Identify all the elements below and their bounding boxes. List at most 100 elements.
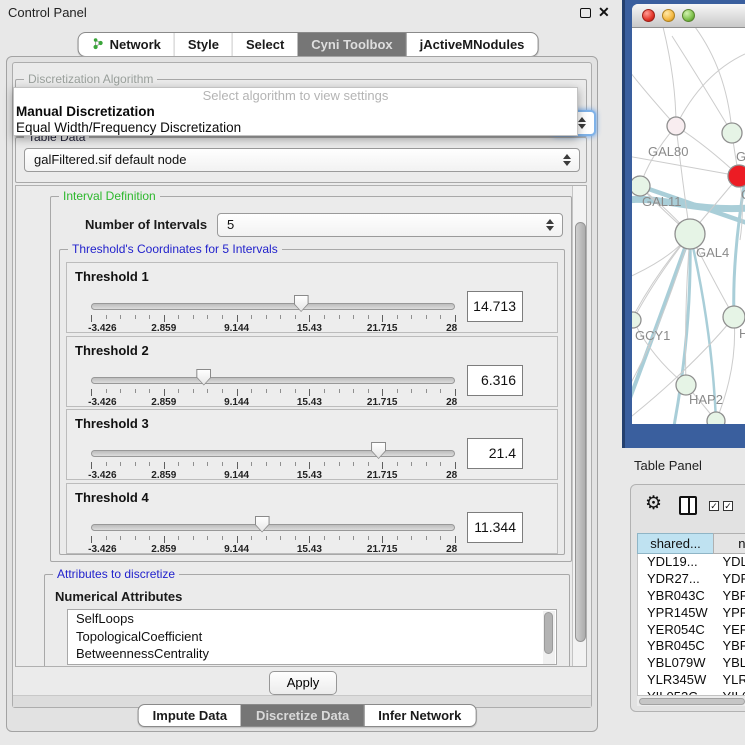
attributes-group: Attributes to discretize Numerical Attri… bbox=[44, 574, 570, 667]
tick-row bbox=[91, 536, 455, 544]
tick-label: 21.715 bbox=[367, 397, 398, 408]
close-icon[interactable]: ✕ bbox=[598, 4, 610, 21]
threshold-slider[interactable]: -3.4262.8599.14415.4321.71528 bbox=[91, 291, 455, 333]
float-window-icon[interactable] bbox=[580, 8, 591, 18]
threshold-label: Threshold 4 bbox=[75, 490, 149, 505]
node-label: G bbox=[736, 149, 745, 164]
table-data-combobox[interactable]: galFiltered.sif default node bbox=[24, 148, 580, 172]
table-cell: YDL19... bbox=[638, 554, 713, 571]
table-row[interactable]: YBR045CYBR0 bbox=[638, 638, 745, 655]
list-scrollbar[interactable] bbox=[543, 611, 555, 664]
network-node-g[interactable] bbox=[722, 123, 742, 143]
table-hscrollbar-thumb[interactable] bbox=[639, 698, 745, 705]
slider-track[interactable] bbox=[91, 303, 455, 310]
network-view-window: GAL80GCGAL11GAL4GCY1HHAP2 bbox=[632, 4, 745, 424]
control-panel-title: Control Panel bbox=[8, 0, 87, 26]
tab-network[interactable]: Network bbox=[79, 33, 174, 56]
tab-cyni-toolbox[interactable]: Cyni Toolbox bbox=[297, 33, 405, 56]
tab-impute-data[interactable]: Impute Data bbox=[139, 705, 241, 726]
threshold-value-box[interactable]: 6.316 bbox=[467, 365, 523, 396]
column-header[interactable]: na bbox=[713, 533, 745, 554]
number-of-intervals-combobox[interactable]: 5 bbox=[217, 213, 563, 237]
threshold-slider[interactable]: -3.4262.8599.14415.4321.71528 bbox=[91, 512, 455, 554]
table-horizontal-scrollbar[interactable] bbox=[637, 695, 745, 706]
panel-scrollbar[interactable] bbox=[572, 186, 586, 666]
slider-track[interactable] bbox=[91, 524, 455, 531]
gear-icon[interactable]: ⚙ bbox=[645, 493, 662, 515]
tab-jactivemnodules[interactable]: jActiveMNodules bbox=[406, 33, 538, 56]
threshold-block: Threshold 1 -3.4262.8599.14415.4321.7152… bbox=[66, 262, 558, 333]
table-panel: ⚙ ✓ ✓ shared...na YDL19...YDL1YDR27...YD… bbox=[630, 484, 745, 712]
network-nodes bbox=[632, 117, 745, 424]
network-node-h[interactable] bbox=[723, 306, 745, 328]
tab-infer-network[interactable]: Infer Network bbox=[363, 705, 475, 726]
thresholds-group: Threshold's Coordinates for 5 Intervals … bbox=[59, 249, 565, 555]
tick-label: 28 bbox=[446, 397, 457, 408]
column-header[interactable]: shared... bbox=[637, 533, 713, 554]
attribute-item[interactable]: TopologicalCoefficient bbox=[68, 628, 556, 646]
node-label: GAL11 bbox=[642, 194, 682, 209]
control-panel: Control Panel ✕ NetworkStyleSelectCyni T… bbox=[0, 0, 620, 745]
tick-label: 28 bbox=[446, 470, 457, 481]
node-attribute-table: shared...na YDL19...YDL1YDR27...YDR2YBR0… bbox=[637, 533, 745, 695]
table-cell: YDR2 bbox=[713, 571, 745, 588]
dropdown-placeholder: Select algorithm to view settings bbox=[14, 88, 577, 104]
settings-scrollpane: Interval Definition Number of Intervals … bbox=[15, 185, 587, 667]
table-row[interactable]: YDL19...YDL1 bbox=[638, 554, 745, 571]
threshold-slider[interactable]: -3.4262.8599.14415.4321.71528 bbox=[91, 365, 455, 407]
table-row[interactable]: YER054CYER0 bbox=[638, 622, 745, 639]
table-row[interactable]: YDR27...YDR2 bbox=[638, 571, 745, 588]
checkbox-icon[interactable]: ✓ bbox=[709, 501, 719, 511]
slider-track[interactable] bbox=[91, 377, 455, 384]
tab-discretize-data[interactable]: Discretize Data bbox=[241, 705, 363, 726]
table-row[interactable]: YBR043CYBR0 bbox=[638, 588, 745, 605]
table-cell: YPR1 bbox=[713, 605, 745, 622]
table-cell: YBR0 bbox=[713, 588, 745, 605]
tick-label: 15.43 bbox=[297, 470, 322, 481]
attribute-item[interactable]: BetweennessCentrality bbox=[68, 645, 556, 663]
table-row[interactable]: YPR145WYPR1 bbox=[638, 605, 745, 622]
list-scrollbar-thumb[interactable] bbox=[544, 612, 553, 654]
network-node-c[interactable] bbox=[728, 165, 745, 187]
tick-label: -3.426 bbox=[88, 544, 116, 555]
tick-label: 2.859 bbox=[151, 397, 176, 408]
network-graph: GAL80GCGAL11GAL4GCY1HHAP2 bbox=[632, 28, 745, 424]
discretize-data-panel: Discretization Algorithm Table Data galF… bbox=[12, 62, 592, 708]
network-node[interactable] bbox=[707, 412, 725, 424]
tab-select[interactable]: Select bbox=[232, 33, 297, 56]
zoom-traffic-light-icon[interactable] bbox=[682, 9, 695, 22]
table-row[interactable]: YBL079WYBL0 bbox=[638, 655, 745, 672]
table-cell: YBL079W bbox=[638, 655, 713, 672]
tick-labels: -3.4262.8599.14415.4321.71528 bbox=[91, 470, 455, 481]
threshold-value-box[interactable]: 11.344 bbox=[467, 512, 523, 543]
panel-scrollbar-thumb[interactable] bbox=[575, 222, 586, 642]
number-of-intervals-value: 5 bbox=[227, 214, 234, 236]
network-node-gal80[interactable] bbox=[667, 117, 685, 135]
attribute-item[interactable]: SelfLoops bbox=[68, 610, 556, 628]
checkbox-icon[interactable]: ✓ bbox=[723, 501, 733, 511]
dropdown-item-equal-width-frequency[interactable]: Equal Width/Frequency Discretization bbox=[14, 120, 577, 136]
network-node-gal11[interactable] bbox=[632, 176, 650, 196]
apply-button[interactable]: Apply bbox=[269, 671, 337, 695]
table-cell: YBR045C bbox=[638, 638, 713, 655]
slider-track[interactable] bbox=[91, 450, 455, 457]
network-canvas[interactable]: GAL80GCGAL11GAL4GCY1HHAP2 bbox=[632, 28, 745, 424]
threshold-value-box[interactable]: 21.4 bbox=[467, 438, 523, 469]
split-pane-icon[interactable] bbox=[679, 496, 697, 515]
table-cell: YBL0 bbox=[713, 655, 745, 672]
network-node-gcy1[interactable] bbox=[632, 312, 641, 328]
tick-label: 9.144 bbox=[224, 323, 249, 334]
discretization-algorithm-group-title: Discretization Algorithm bbox=[24, 72, 157, 86]
table-row[interactable]: YLR345WYLR3 bbox=[638, 672, 745, 689]
tab-style[interactable]: Style bbox=[174, 33, 232, 56]
cyni-toolbox-panel: Discretization Algorithm Table Data galF… bbox=[6, 56, 598, 732]
minimize-traffic-light-icon[interactable] bbox=[662, 9, 675, 22]
threshold-slider[interactable]: -3.4262.8599.14415.4321.71528 bbox=[91, 438, 455, 480]
dropdown-item-manual-discretization[interactable]: Manual Discretization bbox=[14, 104, 577, 120]
threshold-value-box[interactable]: 14.713 bbox=[467, 291, 523, 322]
table-cell: YBR043C bbox=[638, 588, 713, 605]
close-traffic-light-icon[interactable] bbox=[642, 9, 655, 22]
numerical-attributes-list[interactable]: SelfLoopsTopologicalCoefficientBetweenne… bbox=[67, 609, 557, 665]
tick-label: 28 bbox=[446, 323, 457, 334]
tick-label: 2.859 bbox=[151, 470, 176, 481]
